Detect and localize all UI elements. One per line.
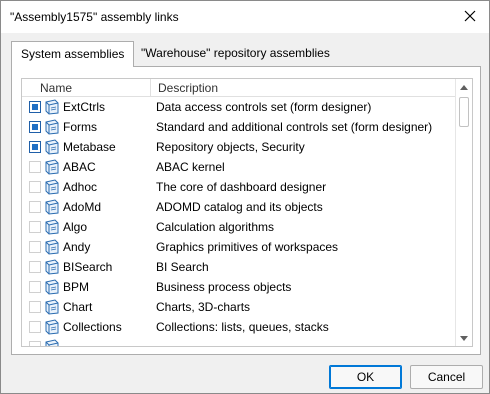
- list-item[interactable]: Chart Charts, 3D-charts: [22, 297, 456, 317]
- assembly-name: Andy: [63, 240, 91, 254]
- row-checkbox[interactable]: [29, 201, 41, 213]
- tab-bar: System assemblies "Warehouse" repository…: [11, 41, 481, 67]
- assembly-icon: [44, 159, 60, 175]
- row-checkbox[interactable]: [29, 281, 41, 293]
- row-checkbox[interactable]: [29, 101, 41, 113]
- scroll-down-arrow-icon: [460, 335, 468, 341]
- tab-panel: Name Description ExtCtrls Data access con…: [11, 66, 481, 355]
- assembly-description: Calculation algorithms: [156, 220, 275, 234]
- list-rows: ExtCtrls Data access controls set (form d…: [22, 97, 456, 346]
- row-checkbox[interactable]: [29, 261, 41, 273]
- list-item[interactable]: Algo Calculation algorithms: [22, 217, 456, 237]
- assembly-icon: [44, 339, 60, 346]
- vertical-scrollbar[interactable]: [455, 79, 472, 346]
- tab-warehouse-repository-assemblies[interactable]: "Warehouse" repository assemblies: [132, 43, 339, 66]
- assembly-icon: [44, 139, 60, 155]
- ok-button[interactable]: OK: [329, 365, 402, 389]
- tab-system-assemblies[interactable]: System assemblies: [11, 41, 135, 67]
- column-header-name[interactable]: Name: [40, 81, 72, 95]
- list-item[interactable]: ABAC ABAC kernel: [22, 157, 456, 177]
- list-item[interactable]: Adhoc The core of dashboard designer: [22, 177, 456, 197]
- assembly-icon: [44, 219, 60, 235]
- window-title: "Assembly1575" assembly links: [10, 10, 179, 24]
- cancel-button[interactable]: Cancel: [410, 365, 483, 389]
- assembly-name: Chart: [63, 300, 93, 314]
- list-item[interactable]: Forms Standard and additional controls se…: [22, 117, 456, 137]
- assembly-icon: [44, 299, 60, 315]
- assembly-icon: [44, 99, 60, 115]
- assembly-description: Collections: lists, queues, stacks: [156, 320, 329, 334]
- assembly-icon: [44, 119, 60, 135]
- scroll-up-button[interactable]: [456, 79, 472, 95]
- scroll-up-arrow-icon: [460, 84, 468, 90]
- list-item[interactable]: AdoMd ADOMD catalog and its objects: [22, 197, 456, 217]
- assembly-name: Metabase: [63, 140, 116, 154]
- scroll-down-button[interactable]: [456, 330, 472, 346]
- assembly-icon: [44, 199, 60, 215]
- assembly-icon: [44, 179, 60, 195]
- row-checkbox[interactable]: [29, 321, 41, 333]
- assembly-name: BPM: [63, 280, 90, 294]
- assembly-description: Standard and additional controls set (fo…: [156, 120, 433, 134]
- assembly-name: ExtCtrls: [63, 100, 105, 114]
- close-icon: [464, 10, 476, 22]
- assembly-description: ABAC kernel: [156, 160, 225, 174]
- assembly-description: Repository objects, Security: [156, 140, 305, 154]
- row-checkbox[interactable]: [29, 241, 41, 253]
- title-bar: "Assembly1575" assembly links: [1, 1, 489, 33]
- list-header: Name Description: [22, 79, 456, 97]
- assembly-links-dialog: "Assembly1575" assembly links System ass…: [0, 0, 490, 394]
- list-item[interactable]: ExtCtrls Data access controls set (form d…: [22, 97, 456, 117]
- assembly-icon: [44, 259, 60, 275]
- assembly-description: Business process objects: [156, 280, 292, 294]
- assembly-name: ABAC: [63, 160, 96, 174]
- assembly-icon: [44, 239, 60, 255]
- assembly-description: Data access controls set (form designer): [156, 100, 372, 114]
- assembly-description: ADOMD catalog and its objects: [156, 200, 323, 214]
- row-checkbox[interactable]: [29, 121, 41, 133]
- assembly-description: Graphics primitives of workspaces: [156, 240, 339, 254]
- assembly-name: Forms: [63, 120, 97, 134]
- list-item[interactable]: Collections Collections: lists, queues, s…: [22, 317, 456, 337]
- assembly-name: Adhoc: [63, 180, 98, 194]
- scroll-thumb[interactable]: [459, 97, 469, 127]
- assembly-description: Charts, 3D-charts: [156, 300, 251, 314]
- assembly-name: BISearch: [63, 260, 113, 274]
- close-button[interactable]: [455, 3, 485, 29]
- assemblies-list: Name Description ExtCtrls Data access con…: [21, 78, 473, 347]
- list-item[interactable]: BPM Business process objects: [22, 277, 456, 297]
- assembly-icon: [44, 279, 60, 295]
- row-checkbox[interactable]: [29, 141, 41, 153]
- assembly-name: Collections: [63, 320, 122, 334]
- assembly-description: BI Search: [156, 260, 209, 274]
- assembly-description: The core of dashboard designer: [156, 180, 327, 194]
- row-checkbox[interactable]: [29, 221, 41, 233]
- list-item[interactable]: [22, 337, 456, 346]
- row-checkbox[interactable]: [29, 341, 41, 346]
- assembly-name: AdoMd: [63, 200, 102, 214]
- column-header-description[interactable]: Description: [158, 81, 218, 95]
- row-checkbox[interactable]: [29, 301, 41, 313]
- row-checkbox[interactable]: [29, 161, 41, 173]
- assembly-name: Algo: [63, 220, 88, 234]
- list-item[interactable]: Andy Graphics primitives of workspaces: [22, 237, 456, 257]
- row-checkbox[interactable]: [29, 181, 41, 193]
- list-item[interactable]: Metabase Repository objects, Security: [22, 137, 456, 157]
- assembly-icon: [44, 319, 60, 335]
- list-item[interactable]: BISearch BI Search: [22, 257, 456, 277]
- column-divider[interactable]: [150, 79, 151, 97]
